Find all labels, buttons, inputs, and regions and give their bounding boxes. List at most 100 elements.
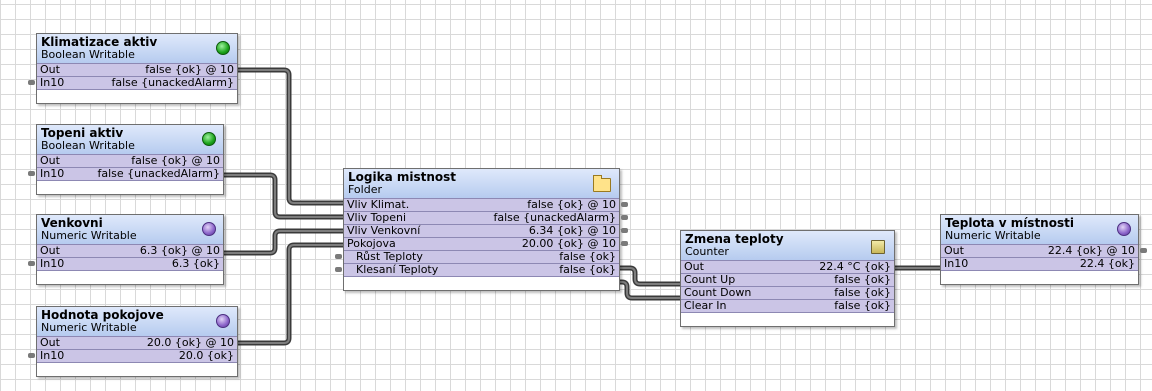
slot-out[interactable]: Out 6.3 {ok} @ 10	[37, 244, 223, 257]
slot-label: In10	[40, 167, 65, 180]
slot-label: Vliv Venkovní	[347, 224, 421, 237]
slot-klesani-teploty[interactable]: Klesaní Teploty false {ok}	[335, 263, 619, 276]
slot-label: Růst Teploty	[356, 250, 423, 263]
output-pin[interactable]	[621, 228, 628, 233]
node-header[interactable]: Teplota v místnosti Numeric Writable	[941, 215, 1138, 244]
link-klimatizace-to-logika	[236, 67, 343, 206]
slot-label: Count Up	[684, 273, 736, 286]
node-header[interactable]: Topeni aktiv Boolean Writable	[37, 125, 223, 154]
slot-out[interactable]: Out 22.4 {ok} @ 10	[941, 244, 1147, 257]
slot-in10[interactable]: In10 20.0 {ok}	[28, 349, 237, 362]
slot-value: false {ok}	[559, 263, 616, 276]
slot-label: Out	[40, 154, 60, 167]
slot-value: 6.3 {ok} @ 10	[139, 244, 220, 257]
input-pin[interactable]	[28, 353, 35, 358]
slot-value: 22.4 {ok}	[1079, 257, 1135, 270]
slot-value: 22.4 {ok} @ 10	[1047, 244, 1135, 257]
slot-value: 20.0 {ok}	[178, 349, 234, 362]
node-type: Counter	[685, 245, 729, 258]
slot-value: false {unackedAlarm}	[493, 211, 617, 224]
node-footer	[681, 312, 894, 326]
slot-value: false {ok}	[559, 250, 616, 263]
folder-icon	[593, 175, 611, 192]
slot-in10[interactable]: In10 6.3 {ok}	[28, 257, 223, 270]
slot-value: 22.4 °C {ok}	[819, 260, 891, 273]
node-type: Numeric Writable	[945, 229, 1041, 242]
node-hodnota-pokojove[interactable]: Hodnota pokojove Numeric Writable Out 20…	[28, 306, 238, 377]
output-pin[interactable]	[621, 241, 628, 246]
node-teplota-v-mistnosti[interactable]: Teplota v místnosti Numeric Writable Out…	[940, 214, 1147, 285]
node-zmena-teploty[interactable]: Zmena teploty Counter Out 22.4 °C {ok} C…	[680, 230, 895, 327]
slot-clear-in[interactable]: Clear In false {ok}	[681, 299, 894, 312]
link-venkovni-to-logika	[222, 228, 343, 256]
node-type: Boolean Writable	[41, 48, 135, 61]
node-footer	[37, 270, 223, 284]
node-title: Logika mistnost	[348, 170, 457, 184]
purple-status-icon	[202, 222, 216, 236]
slot-label: Klesaní Teploty	[356, 263, 439, 276]
node-logika-mistnost[interactable]: Logika mistnost Folder Vliv Klimat. fals…	[335, 168, 628, 291]
node-header[interactable]: Logika mistnost Folder	[344, 169, 619, 198]
slot-value: false {ok}	[834, 286, 891, 299]
node-footer	[941, 270, 1138, 284]
node-header[interactable]: Venkovni Numeric Writable	[37, 215, 223, 244]
slot-in10[interactable]: In10 false {unackedAlarm}	[28, 167, 223, 180]
slot-value: false {ok}	[834, 299, 891, 312]
slot-vliv-venkovni[interactable]: Vliv Venkovní 6.34 {ok} @ 10	[344, 224, 628, 237]
slot-value: false {ok} @ 10	[145, 63, 234, 76]
green-status-icon	[202, 132, 216, 146]
node-header[interactable]: Klimatizace aktiv Boolean Writable	[37, 34, 237, 63]
output-pin[interactable]	[621, 215, 628, 220]
slot-label: Out	[40, 63, 60, 76]
slot-out[interactable]: Out false {ok} @ 10	[37, 63, 237, 76]
purple-status-icon	[1117, 222, 1131, 236]
slot-out[interactable]: Out 22.4 °C {ok}	[681, 260, 894, 273]
slot-rust-teploty[interactable]: Růst Teploty false {ok}	[335, 250, 619, 263]
slot-label: In10	[40, 76, 65, 89]
slot-label: Vliv Topeni	[347, 211, 407, 224]
input-pin[interactable]	[335, 254, 342, 259]
node-header[interactable]: Hodnota pokojove Numeric Writable	[37, 307, 237, 336]
node-klimatizace-aktiv[interactable]: Klimatizace aktiv Boolean Writable Out f…	[28, 33, 238, 104]
input-pin[interactable]	[28, 80, 35, 85]
node-topeni-aktiv[interactable]: Topeni aktiv Boolean Writable Out false …	[28, 124, 224, 195]
slot-value: false {ok} @ 10	[527, 198, 616, 211]
slot-count-down[interactable]: Count Down false {ok}	[681, 286, 894, 299]
node-type: Numeric Writable	[41, 321, 137, 334]
node-venkovni[interactable]: Venkovni Numeric Writable Out 6.3 {ok} @…	[28, 214, 224, 285]
input-pin[interactable]	[335, 267, 342, 272]
slot-label: Out	[944, 244, 964, 257]
slot-label: Vliv Klimat.	[347, 198, 410, 211]
slot-vliv-topeni[interactable]: Vliv Topeni false {unackedAlarm}	[344, 211, 628, 224]
output-pin[interactable]	[621, 202, 628, 207]
link-rust-to-countup	[618, 265, 680, 287]
link-pokojove-to-logika	[236, 242, 343, 346]
slot-label: In10	[944, 257, 969, 270]
link-topeni-to-logika	[222, 172, 343, 220]
slot-value: false {ok}	[834, 273, 891, 286]
slot-value: 6.3 {ok}	[171, 257, 220, 270]
green-status-icon	[216, 41, 230, 55]
link-klesani-to-countdown	[618, 279, 680, 301]
slot-in10[interactable]: In10 22.4 {ok}	[941, 257, 1138, 270]
input-pin[interactable]	[28, 171, 35, 176]
input-pin[interactable]	[28, 261, 35, 266]
output-pin[interactable]	[1140, 248, 1147, 253]
slot-in10[interactable]: In10 false {unackedAlarm}	[28, 76, 237, 89]
slot-count-up[interactable]: Count Up false {ok}	[681, 273, 894, 286]
node-type: Boolean Writable	[41, 139, 135, 152]
slot-vliv-klimat[interactable]: Vliv Klimat. false {ok} @ 10	[344, 198, 628, 211]
node-footer	[37, 89, 237, 103]
purple-status-icon	[216, 314, 230, 328]
slot-out[interactable]: Out 20.0 {ok} @ 10	[37, 336, 237, 349]
slot-label: Out	[684, 260, 704, 273]
slot-pokojova[interactable]: Pokojova 20.00 {ok} @ 10	[344, 237, 628, 250]
node-footer	[37, 180, 223, 194]
slot-value: false {unackedAlarm}	[111, 76, 235, 89]
slot-label: In10	[40, 257, 65, 270]
slot-label: Clear In	[684, 299, 727, 312]
node-type: Numeric Writable	[41, 229, 137, 242]
node-header[interactable]: Zmena teploty Counter	[681, 231, 894, 260]
slot-label: Count Down	[684, 286, 752, 299]
slot-out[interactable]: Out false {ok} @ 10	[37, 154, 223, 167]
